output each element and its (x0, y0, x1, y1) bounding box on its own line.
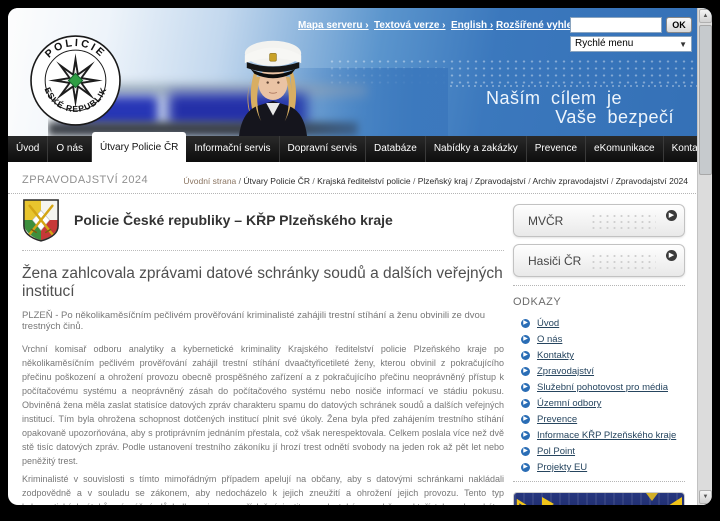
sidebar-link-pol-point[interactable]: ▶ Pol Point (521, 446, 691, 457)
sidebar-link-zpravodajstvi[interactable]: ▶ Zpravodajství (521, 366, 691, 377)
sidebar-link-kontakty[interactable]: ▶ Kontakty (521, 350, 691, 361)
article-heading: Žena zahlcovala zprávami datové schránky… (22, 265, 503, 300)
site-header: POLICIE ČESKÉ REPUBLIKY Mapa serveru Tex… (8, 8, 712, 136)
nav-tab-nabidky-a-zakazky[interactable]: Nabídky a zakázky (425, 136, 527, 162)
arrow-bullet-icon: ▶ (521, 431, 530, 440)
nav-tab-prevence[interactable]: Prevence (526, 136, 587, 162)
nav-tab-utvary-policie-cr[interactable]: Útvary Policie ČR (92, 132, 187, 162)
sidebar-link-label: Územní odbory (537, 398, 602, 409)
sidebar-link-label: Úvod (537, 318, 560, 329)
main-navigation: Úvod O nás Útvary Policie ČR Informační … (8, 132, 712, 162)
slogan-line1: Naším cílem je (485, 88, 622, 108)
nav-tab-dopravni-servis[interactable]: Dopravní servis (279, 136, 367, 162)
sidebar-link-label: Informace KŘP Plzeňského kraje (537, 430, 677, 441)
main-content: Policie České republiky – KŘP Plzeňského… (22, 198, 504, 505)
links-section-title: ODKAZY (513, 296, 562, 308)
sidebar-link-label: Prevence (537, 414, 578, 425)
sidebar-link-uvod[interactable]: ▶ Úvod (521, 318, 691, 329)
sidebar-link-projekty-eu[interactable]: ▶ Projekty EU (521, 462, 691, 473)
arrow-bullet-icon: ▶ (521, 367, 530, 376)
separator (513, 285, 685, 286)
nav-tab-ekomunikace[interactable]: eKomunikace (586, 136, 664, 162)
section-label: ZPRAVODAJSTVÍ 2024 (22, 174, 149, 186)
sidebar-link-label: Služební pohotovost pro média (537, 382, 668, 393)
quick-menu-value: Rychlé menu (575, 38, 634, 49)
chevron-down-icon: ▼ (679, 40, 687, 49)
nav-tab-databaze[interactable]: Databáze (366, 136, 426, 162)
search-ok-button[interactable]: OK (666, 17, 692, 33)
arrow-bullet-icon: ▶ (521, 463, 530, 472)
arrow-bullet-icon: ▶ (521, 335, 530, 344)
search-input[interactable] (570, 17, 662, 33)
sidebar-link-label: Pol Point (537, 446, 576, 457)
toplink-mapa-serveru[interactable]: Mapa serveru (298, 20, 369, 31)
nav-tab-uvod[interactable]: Úvod (8, 136, 49, 162)
sidebar: MVČR ▶ Hasiči ČR ▶ ODKAZY ▶ Úvod ▶ O nás… (513, 204, 691, 505)
mvcr-button-label: MVČR (528, 214, 564, 228)
breadcrumb-archiv[interactable]: Archiv zpravodajství (526, 176, 609, 186)
scroll-down-icon[interactable]: ▼ (699, 490, 712, 504)
breadcrumb-utvary[interactable]: Útvary Policie ČR (236, 176, 310, 186)
topbar: Mapa serveru Textová verze English Rozší… (298, 14, 704, 54)
sidebar-link-uzemni-odbory[interactable]: ▶ Územní odbory (521, 398, 691, 409)
breadcrumb-plzensky-kraj[interactable]: Plzeňský kraj (411, 176, 468, 186)
arrow-bullet-icon: ▶ (521, 399, 530, 408)
separator (513, 481, 685, 482)
page-title-bar: Policie České republiky – KŘP Plzeňského… (22, 198, 504, 251)
sidebar-link-prevence[interactable]: ▶ Prevence (521, 414, 691, 425)
scrollbar-thumb[interactable] (699, 25, 712, 175)
hasici-cr-button[interactable]: Hasiči ČR ▶ (513, 244, 685, 277)
toplink-textova-verze[interactable]: Textová verze (374, 20, 446, 31)
article-paragraph: Vrchní komisař odboru analytiky a kybern… (22, 344, 504, 466)
kariera-banner[interactable]: KARIÉRA! (513, 492, 685, 505)
quick-menu-select[interactable]: ▼ Rychlé menu (570, 36, 692, 52)
sidebar-link-label: Projekty EU (537, 462, 588, 473)
sidebar-link-label: O nás (537, 334, 563, 345)
mvcr-button[interactable]: MVČR ▶ (513, 204, 685, 237)
police-cr-logo[interactable]: POLICIE ČESKÉ REPUBLIKY (30, 35, 121, 126)
breadcrumb-krajska-reditelstvi[interactable]: Krajská ředitelství policie (310, 176, 411, 186)
browser-page: POLICIE ČESKÉ REPUBLIKY Mapa serveru Tex… (8, 8, 712, 505)
sidebar-link-sluzebni-pohotovost[interactable]: ▶ Služební pohotovost pro média (521, 382, 691, 393)
sidebar-link-informace-krp[interactable]: ▶ Informace KŘP Plzeňského kraje (521, 430, 691, 441)
arrow-bullet-icon: ▶ (521, 319, 530, 328)
arrow-bullet-icon: ▶ (521, 351, 530, 360)
breadcrumb-uvodni-strana[interactable]: Úvodní strana (183, 176, 236, 186)
arrow-bullet-icon: ▶ (521, 415, 530, 424)
plzen-coat-of-arms-icon (23, 199, 59, 242)
article-lead: PLZEŇ - Po několikaměsíčním pečlivém pro… (22, 310, 486, 332)
sidebar-link-o-nas[interactable]: ▶ O nás (521, 334, 691, 345)
breadcrumb-zpravodajstvi-2024[interactable]: Zpravodajství 2024 (609, 176, 688, 186)
toplink-english[interactable]: English (451, 20, 493, 31)
slogan-line2: Vaše bezpečí (555, 107, 674, 127)
nav-tab-o-nas[interactable]: O nás (48, 136, 93, 162)
hasici-button-label: Hasiči ČR (528, 254, 582, 268)
article-paragraph: Kriminalisté v souvislosti s tímto mimoř… (22, 474, 504, 505)
circle-arrow-icon: ▶ (666, 210, 677, 221)
breadcrumb-row: ZPRAVODAJSTVÍ 2024 Úvodní stranaÚtvary P… (8, 162, 698, 194)
scroll-up-icon[interactable]: ▲ (699, 9, 712, 23)
arrow-bullet-icon: ▶ (521, 383, 530, 392)
nav-tab-informacni-servis[interactable]: Informační servis (186, 136, 280, 162)
sidebar-link-label: Kontakty (537, 350, 574, 361)
page-title: Policie České republiky – KŘP Plzeňského… (74, 212, 393, 228)
sidebar-link-label: Zpravodajství (537, 366, 595, 377)
banner-triangles-icon (516, 493, 682, 505)
breadcrumb-zpravodajstvi[interactable]: Zpravodajství (468, 176, 526, 186)
circle-arrow-icon: ▶ (666, 250, 677, 261)
scrollbar[interactable]: ▲ ▼ (697, 8, 712, 505)
breadcrumb: Úvodní stranaÚtvary Policie ČRKrajská ře… (183, 176, 688, 186)
arrow-bullet-icon: ▶ (521, 447, 530, 456)
